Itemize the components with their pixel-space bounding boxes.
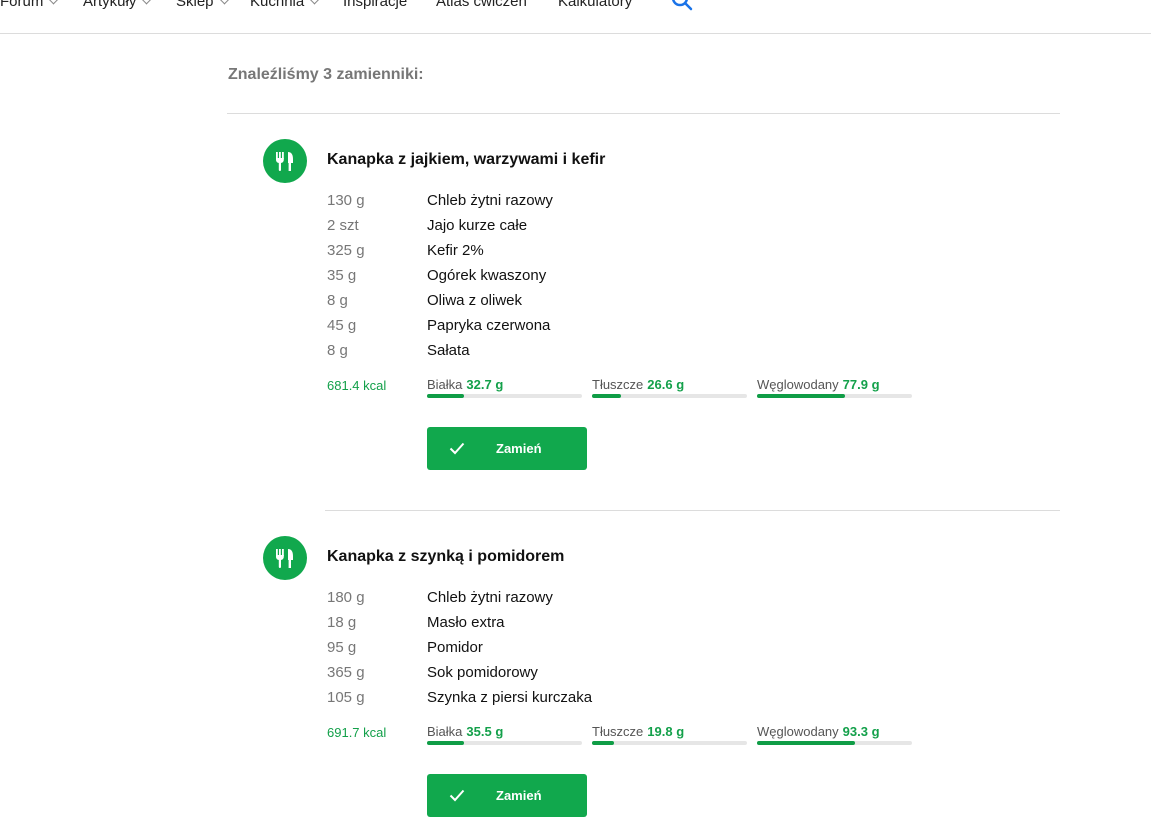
ingredient-name: Kefir 2% bbox=[427, 242, 484, 259]
macro-carbs: Węglowodany 93.3 g bbox=[757, 724, 912, 745]
ingredient-name: Papryka czerwona bbox=[427, 317, 551, 334]
check-icon bbox=[449, 789, 465, 802]
nav-item-label: Atlas ćwiczeń bbox=[436, 0, 527, 10]
nav-item-label: Artykuły bbox=[83, 0, 137, 10]
nav-item-calculators[interactable]: Kalkulatory bbox=[558, 0, 632, 10]
macro-fat: Tłuszcze 19.8 g bbox=[592, 724, 747, 745]
ingredient-name: Jajo kurze całe bbox=[427, 217, 528, 234]
ingredient-qty: 325 g bbox=[327, 242, 365, 259]
macro-value: 26.6 g bbox=[647, 377, 685, 392]
macro-value: 77.9 g bbox=[842, 377, 880, 392]
macro-bar-fill bbox=[592, 394, 622, 398]
ingredient-name: Chleb żytni razowy bbox=[427, 589, 553, 606]
ingredient-qty: 365 g bbox=[327, 664, 365, 681]
macro-fat: Tłuszcze 26.6 g bbox=[592, 377, 747, 398]
nav-item-label: Inspiracje bbox=[343, 0, 408, 10]
macro-value: 93.3 g bbox=[842, 724, 880, 739]
macro-bar bbox=[427, 394, 582, 398]
nav-item-forum[interactable]: Forum bbox=[0, 0, 59, 10]
search-button[interactable] bbox=[670, 0, 694, 12]
ingredient-qty: 130 g bbox=[327, 192, 365, 209]
macro-carbs: Węglowodany 77.9 g bbox=[757, 377, 912, 398]
nav-item-label: Kuchnia bbox=[250, 0, 305, 10]
ingredient-name: Sałata bbox=[427, 342, 470, 359]
ingredient-qty: 105 g bbox=[327, 689, 365, 706]
macro-label-row: Białka 32.7 g bbox=[427, 377, 582, 392]
ingredient-name: Chleb żytni razowy bbox=[427, 192, 553, 209]
meal-title[interactable]: Kanapka z jajkiem, warzywami i kefir bbox=[327, 151, 605, 169]
meal-title[interactable]: Kanapka z szynką i pomidorem bbox=[327, 548, 564, 566]
divider bbox=[325, 510, 1060, 511]
swap-button-label: Zamień bbox=[496, 788, 542, 803]
macro-label: Białka bbox=[427, 377, 463, 392]
macro-label: Białka bbox=[427, 724, 463, 739]
macro-bar bbox=[427, 741, 582, 745]
results-heading: Znaleźliśmy 3 zamienniki: bbox=[228, 66, 424, 83]
ingredient-qty: 18 g bbox=[327, 614, 357, 631]
chevron-down-icon bbox=[141, 0, 152, 4]
macro-bar bbox=[592, 394, 747, 398]
cutlery-icon bbox=[263, 536, 307, 580]
ingredient-name: Ogórek kwaszony bbox=[427, 267, 547, 284]
macro-label-row: Tłuszcze 19.8 g bbox=[592, 724, 747, 739]
check-icon bbox=[449, 442, 465, 455]
chevron-down-icon bbox=[219, 0, 229, 4]
macro-protein: Białka 35.5 g bbox=[427, 724, 582, 745]
macro-bar-fill bbox=[427, 394, 465, 398]
ingredient-name: Masło extra bbox=[427, 614, 505, 631]
nav-item-articles[interactable]: Artykuły bbox=[83, 0, 152, 10]
macro-label: Węglowodany bbox=[757, 377, 839, 392]
ingredient-name: Szynka z piersi kurczaka bbox=[427, 689, 593, 706]
macro-bar-fill bbox=[427, 741, 465, 745]
swap-button[interactable]: Zamień bbox=[427, 427, 587, 470]
macro-label-row: Białka 35.5 g bbox=[427, 724, 582, 739]
search-icon bbox=[671, 0, 693, 11]
ingredient-qty: 35 g bbox=[327, 267, 357, 284]
ingredient-qty: 8 g bbox=[327, 342, 348, 359]
nav-item-label: Forum bbox=[0, 0, 44, 10]
kcal-value: 691.7 kcal bbox=[327, 725, 387, 740]
macro-bar bbox=[757, 741, 912, 745]
ingredient-qty: 8 g bbox=[327, 292, 348, 309]
nav-item-shop[interactable]: Sklep bbox=[176, 0, 229, 10]
macro-bar-fill bbox=[757, 394, 846, 398]
chevron-down-icon bbox=[48, 0, 59, 4]
nav-item-label: Kalkulatory bbox=[558, 0, 633, 10]
ingredient-name: Sok pomidorowy bbox=[427, 664, 538, 681]
macro-bar bbox=[592, 741, 747, 745]
macro-label: Węglowodany bbox=[757, 724, 839, 739]
macro-value: 35.5 g bbox=[466, 724, 504, 739]
macro-label-row: Węglowodany 77.9 g bbox=[757, 377, 912, 392]
ingredient-qty: 2 szt bbox=[327, 217, 359, 234]
macro-bar-fill bbox=[592, 741, 614, 745]
chevron-down-icon bbox=[309, 0, 320, 4]
macro-value: 19.8 g bbox=[647, 724, 685, 739]
macro-value: 32.7 g bbox=[466, 377, 504, 392]
macro-label: Tłuszcze bbox=[592, 377, 644, 392]
ingredient-qty: 180 g bbox=[327, 589, 365, 606]
macro-bar-fill bbox=[757, 741, 855, 745]
macro-label: Tłuszcze bbox=[592, 724, 644, 739]
nav-item-kitchen[interactable]: Kuchnia bbox=[250, 0, 320, 10]
swap-button-label: Zamień bbox=[496, 441, 542, 456]
kcal-value: 681.4 kcal bbox=[327, 378, 387, 393]
ingredient-qty: 95 g bbox=[327, 639, 357, 656]
ingredient-name: Pomidor bbox=[427, 639, 483, 656]
divider bbox=[227, 113, 1060, 114]
macro-label-row: Tłuszcze 26.6 g bbox=[592, 377, 747, 392]
nav-item-inspirations[interactable]: Inspiracje bbox=[343, 0, 407, 10]
swap-button[interactable]: Zamień bbox=[427, 774, 587, 817]
macro-bar bbox=[757, 394, 912, 398]
ingredient-qty: 45 g bbox=[327, 317, 357, 334]
nav-item-label: Sklep bbox=[176, 0, 214, 10]
top-navigation: Forum Artykuły Sklep Kuchnia Inspiracje … bbox=[0, 0, 1151, 34]
nav-item-exercise-atlas[interactable]: Atlas ćwiczeń bbox=[436, 0, 527, 10]
cutlery-icon bbox=[263, 139, 307, 183]
macro-label-row: Węglowodany 93.3 g bbox=[757, 724, 912, 739]
ingredient-name: Oliwa z oliwek bbox=[427, 292, 523, 309]
macro-protein: Białka 32.7 g bbox=[427, 377, 582, 398]
